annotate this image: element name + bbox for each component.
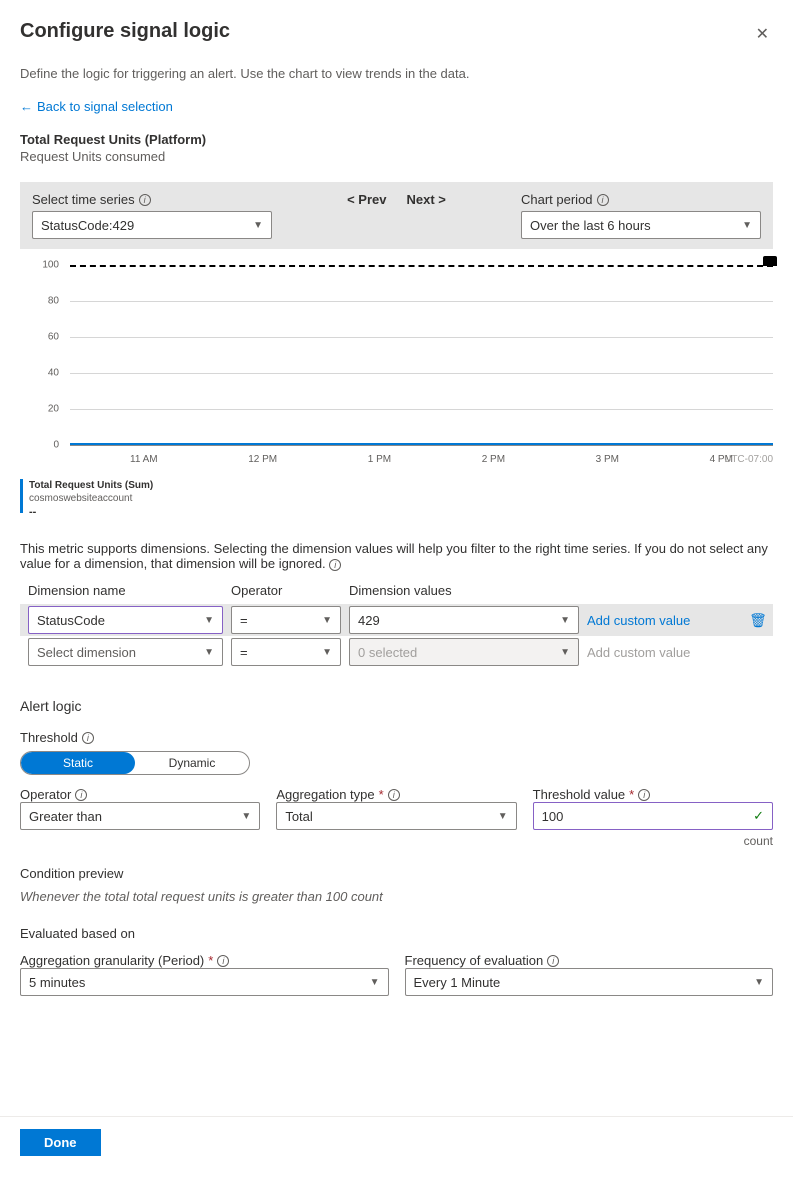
chevron-down-icon: ▼ — [560, 647, 570, 658]
chevron-down-icon: ▼ — [742, 220, 752, 231]
signal-name: Total Request Units (Platform) — [20, 132, 773, 147]
chevron-down-icon: ▼ — [498, 811, 508, 822]
operator-select[interactable]: Greater than ▼ — [20, 802, 260, 830]
dimension-name-select[interactable]: StatusCode ▼ — [28, 606, 223, 634]
next-button[interactable]: Next > — [407, 192, 446, 207]
condition-preview-text: Whenever the total total request units i… — [20, 889, 773, 904]
threshold-line — [70, 265, 773, 267]
chart-period-select[interactable]: Over the last 6 hours ▼ — [521, 211, 761, 239]
threshold-marker-icon[interactable] — [763, 256, 777, 266]
add-custom-value-link[interactable]: Add custom value — [587, 613, 735, 628]
granularity-label: Aggregation granularity (Period) — [20, 953, 204, 968]
chevron-down-icon: ▼ — [754, 977, 764, 988]
delete-icon[interactable]: 🗑 — [743, 612, 773, 629]
time-series-select[interactable]: StatusCode:429 ▼ — [32, 211, 272, 239]
chart-period-label: Chart period — [521, 192, 593, 207]
info-icon[interactable]: i — [329, 559, 341, 571]
threshold-value-label: Threshold value — [533, 787, 626, 802]
info-icon[interactable]: i — [638, 789, 650, 801]
arrow-left-icon: ← — [20, 99, 33, 114]
dimension-row: StatusCode ▼ = ▼ 429 ▼ Add custom value … — [20, 604, 773, 636]
metric-chart: 100 80 60 40 20 0 11 AM 12 PM 1 PM 2 PM … — [20, 265, 773, 475]
threshold-dynamic-option[interactable]: Dynamic — [135, 752, 249, 774]
aggregation-type-label: Aggregation type — [276, 787, 374, 802]
prev-button[interactable]: < Prev — [347, 192, 386, 207]
chevron-down-icon: ▼ — [370, 977, 380, 988]
condition-preview-heading: Condition preview — [20, 866, 773, 881]
threshold-value-input[interactable]: 100 ✓ — [533, 802, 773, 830]
col-dimension-name: Dimension name — [28, 583, 223, 598]
threshold-toggle[interactable]: Static Dynamic — [20, 751, 250, 775]
dimensions-help-text: This metric supports dimensions. Selecti… — [20, 541, 768, 571]
frequency-select[interactable]: Every 1 Minute ▼ — [405, 968, 774, 996]
chevron-down-icon: ▼ — [322, 615, 332, 626]
info-icon[interactable]: i — [388, 789, 400, 801]
data-series-line — [70, 443, 773, 445]
dimension-operator-select[interactable]: = ▼ — [231, 638, 341, 666]
chevron-down-icon: ▼ — [204, 647, 214, 658]
chevron-down-icon: ▼ — [253, 220, 263, 231]
evaluated-based-on-heading: Evaluated based on — [20, 926, 773, 941]
operator-label: Operator — [20, 787, 71, 802]
info-icon[interactable]: i — [139, 194, 151, 206]
chevron-down-icon: ▼ — [204, 615, 214, 626]
time-series-label: Select time series — [32, 192, 135, 207]
dimension-name-select[interactable]: Select dimension ▼ — [28, 638, 223, 666]
col-dimension-values: Dimension values — [349, 583, 579, 598]
threshold-label: Threshold — [20, 730, 78, 745]
chevron-down-icon: ▼ — [241, 811, 251, 822]
page-subtitle: Define the logic for triggering an alert… — [20, 66, 773, 81]
info-icon[interactable]: i — [82, 732, 94, 744]
threshold-unit: count — [533, 834, 773, 848]
chevron-down-icon: ▼ — [560, 615, 570, 626]
close-icon[interactable]: ✕ — [752, 20, 773, 48]
timezone-label: UTC-07:00 — [724, 454, 773, 465]
aggregation-type-select[interactable]: Total ▼ — [276, 802, 516, 830]
threshold-static-option[interactable]: Static — [21, 752, 135, 774]
add-custom-value-link: Add custom value — [587, 645, 735, 660]
signal-description: Request Units consumed — [20, 149, 773, 164]
frequency-label: Frequency of evaluation — [405, 953, 544, 968]
info-icon[interactable]: i — [597, 194, 609, 206]
chart-legend: Total Request Units (Sum) cosmoswebsitea… — [20, 479, 773, 519]
info-icon[interactable]: i — [547, 955, 559, 967]
dimension-values-select[interactable]: 429 ▼ — [349, 606, 579, 634]
page-title: Configure signal logic — [20, 20, 230, 43]
check-icon: ✓ — [753, 808, 764, 824]
col-operator: Operator — [231, 583, 341, 598]
info-icon[interactable]: i — [75, 789, 87, 801]
granularity-select[interactable]: 5 minutes ▼ — [20, 968, 389, 996]
back-to-signal-link[interactable]: ← Back to signal selection — [20, 99, 173, 114]
done-button[interactable]: Done — [20, 1129, 101, 1156]
chevron-down-icon: ▼ — [322, 647, 332, 658]
alert-logic-heading: Alert logic — [20, 698, 773, 714]
info-icon[interactable]: i — [217, 955, 229, 967]
dimension-operator-select[interactable]: = ▼ — [231, 606, 341, 634]
dimension-values-select: 0 selected ▼ — [349, 638, 579, 666]
dimension-row: Select dimension ▼ = ▼ 0 selected ▼ Add … — [20, 636, 773, 668]
